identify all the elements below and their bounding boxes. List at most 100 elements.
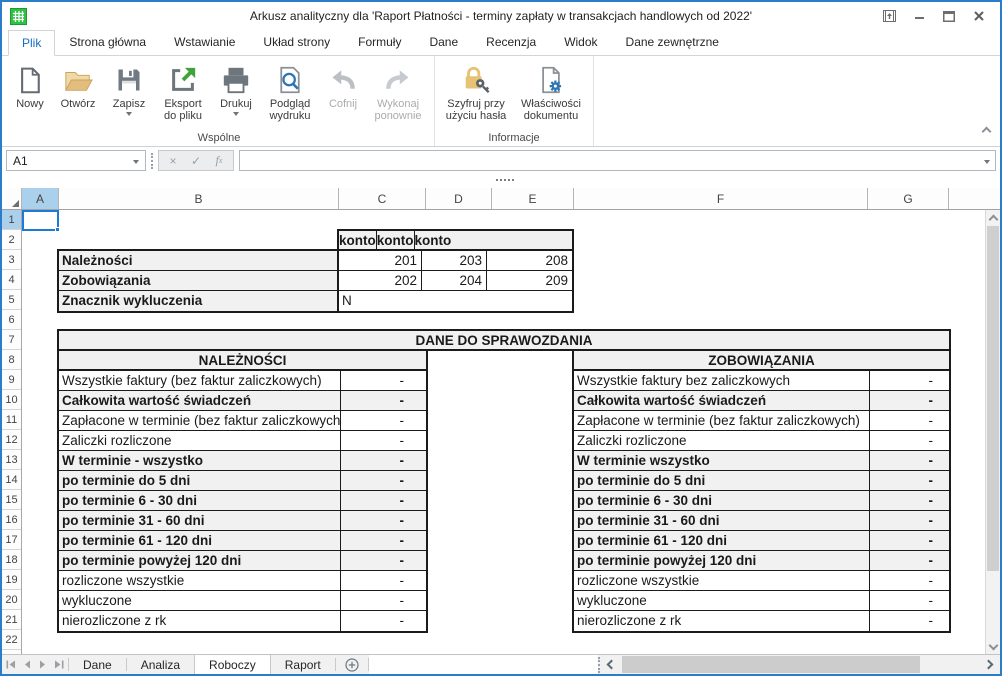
- row-header[interactable]: 18: [2, 550, 21, 570]
- report-row-label[interactable]: po terminie 31 - 60 dni: [59, 511, 341, 530]
- report-row-label[interactable]: W terminie - wszystko: [59, 451, 341, 470]
- accounts-marker-label[interactable]: Znacznik wykluczenia: [59, 291, 337, 311]
- ribbon-tab[interactable]: Dane zewnętrzne: [612, 29, 733, 55]
- column-header-a[interactable]: A: [22, 188, 59, 209]
- ribbon-tab[interactable]: Strona główna: [55, 29, 160, 55]
- new-button[interactable]: Nowy: [8, 59, 52, 110]
- row-header[interactable]: 12: [2, 430, 21, 450]
- row-header[interactable]: 14: [2, 470, 21, 490]
- report-row-label[interactable]: po terminie 61 - 120 dni: [574, 531, 870, 550]
- row-header[interactable]: 2: [2, 230, 21, 250]
- column-header-g[interactable]: G: [868, 188, 949, 209]
- report-row-value[interactable]: -: [870, 411, 949, 430]
- report-row-value[interactable]: -: [870, 531, 949, 550]
- sheet-tab-roboczy[interactable]: Roboczy: [194, 655, 271, 674]
- row-header[interactable]: 19: [2, 570, 21, 590]
- scroll-down-icon[interactable]: [986, 639, 1000, 654]
- row-header[interactable]: 20: [2, 590, 21, 610]
- row-header[interactable]: 11: [2, 410, 21, 430]
- document-properties-button[interactable]: Właściwości dokumentu: [513, 59, 589, 122]
- accounts-header-cell[interactable]: konto: [339, 231, 377, 249]
- row-header[interactable]: 10: [2, 390, 21, 410]
- report-row-label[interactable]: po terminie powyżej 120 dni: [574, 551, 870, 570]
- previous-sheet-icon[interactable]: [24, 660, 31, 669]
- report-row-label[interactable]: Całkowita wartość świadczeń: [59, 391, 341, 410]
- report-row-label[interactable]: Całkowita wartość świadczeń: [574, 391, 870, 410]
- row-header[interactable]: 3: [2, 250, 21, 270]
- report-row-value[interactable]: -: [870, 391, 949, 410]
- accounts-value-cell[interactable]: 201: [339, 251, 422, 270]
- report-row-value[interactable]: -: [341, 591, 426, 610]
- vertical-scrollbar[interactable]: [985, 210, 1000, 654]
- report-row-label[interactable]: po terminie 6 - 30 dni: [574, 491, 870, 510]
- accounts-header-cell[interactable]: konto: [415, 231, 452, 249]
- accounts-value-cell[interactable]: 204: [422, 271, 487, 290]
- row-header[interactable]: 5: [2, 290, 21, 310]
- report-row-value[interactable]: -: [341, 391, 426, 410]
- accounts-header-cell[interactable]: konto: [377, 231, 415, 249]
- chevron-down-icon[interactable]: [127, 151, 145, 170]
- accept-entry-icon[interactable]: ✓: [190, 154, 202, 168]
- row-header[interactable]: 9: [2, 370, 21, 390]
- report-row-value[interactable]: -: [341, 531, 426, 550]
- report-row-value[interactable]: -: [341, 511, 426, 530]
- report-row-label[interactable]: rozliczone wszystkie: [574, 571, 870, 590]
- report-row-value[interactable]: -: [341, 471, 426, 490]
- select-all-corner[interactable]: [2, 188, 22, 209]
- scroll-right-icon[interactable]: [980, 655, 1000, 674]
- sheet-canvas[interactable]: kontokontokonto Należności Zobowiązania …: [22, 210, 985, 654]
- ribbon-tab[interactable]: Plik: [8, 30, 55, 56]
- report-row-label[interactable]: Wszystkie faktury bez zaliczkowych: [574, 371, 870, 390]
- report-row-label[interactable]: po terminie powyżej 120 dni: [59, 551, 341, 570]
- row-header[interactable]: 17: [2, 530, 21, 550]
- collapse-ribbon-icon[interactable]: [983, 122, 990, 140]
- save-button[interactable]: Zapisz: [104, 59, 154, 116]
- row-header[interactable]: 13: [2, 450, 21, 470]
- report-row-label[interactable]: Zapłacone w terminie (bez faktur zaliczk…: [574, 411, 870, 430]
- sheet-tab-raport[interactable]: Raport: [271, 655, 335, 674]
- report-row-value[interactable]: -: [870, 611, 949, 631]
- ribbon-tab[interactable]: Dane: [415, 29, 472, 55]
- report-left-header[interactable]: NALEŻNOŚCI: [57, 349, 428, 371]
- undo-button[interactable]: Cofnij: [320, 59, 366, 110]
- report-row-label[interactable]: nierozliczone z rk: [59, 611, 341, 631]
- report-row-value[interactable]: -: [870, 451, 949, 470]
- report-row-label[interactable]: wykluczone: [574, 591, 870, 610]
- accounts-value-cell[interactable]: 202: [339, 271, 422, 290]
- report-row-value[interactable]: -: [341, 571, 426, 590]
- accounts-value-cell[interactable]: 208: [487, 251, 572, 270]
- row-header[interactable]: 4: [2, 270, 21, 290]
- row-header[interactable]: 6: [2, 310, 21, 330]
- scroll-left-icon[interactable]: [600, 655, 620, 674]
- ribbon-tab[interactable]: Wstawianie: [160, 29, 249, 55]
- report-row-value[interactable]: -: [870, 571, 949, 590]
- row-header[interactable]: 8: [2, 350, 21, 370]
- export-button[interactable]: Eksport do pliku: [154, 59, 212, 122]
- accounts-marker-value[interactable]: N: [339, 291, 572, 311]
- redo-button[interactable]: Wykonaj ponownie: [366, 59, 430, 122]
- report-row-value[interactable]: -: [870, 591, 949, 610]
- column-header-c[interactable]: C: [339, 188, 426, 209]
- ribbon-tab[interactable]: Recenzja: [472, 29, 550, 55]
- cell-selection[interactable]: [22, 210, 59, 231]
- report-row-label[interactable]: Zapłacone w terminie (bez faktur zaliczk…: [59, 411, 341, 430]
- row-header[interactable]: 21: [2, 610, 21, 630]
- maximize-icon[interactable]: [934, 5, 964, 27]
- report-row-label[interactable]: po terminie 61 - 120 dni: [59, 531, 341, 550]
- row-header[interactable]: 1: [2, 210, 21, 230]
- fill-handle[interactable]: [55, 227, 60, 232]
- row-header[interactable]: 15: [2, 490, 21, 510]
- report-row-value[interactable]: -: [341, 611, 426, 631]
- report-row-label[interactable]: Zaliczki rozliczone: [574, 431, 870, 450]
- column-header-e[interactable]: E: [492, 188, 574, 209]
- report-row-value[interactable]: -: [870, 551, 949, 570]
- close-icon[interactable]: [964, 5, 994, 27]
- add-sheet-icon[interactable]: [336, 655, 368, 674]
- accounts-row-label[interactable]: Zobowiązania: [59, 271, 337, 291]
- cancel-entry-icon[interactable]: ×: [167, 154, 179, 168]
- report-row-value[interactable]: -: [870, 491, 949, 510]
- sheet-tab-dane[interactable]: Dane: [69, 655, 126, 674]
- accounts-row-label[interactable]: Należności: [59, 251, 337, 271]
- report-row-value[interactable]: -: [870, 431, 949, 450]
- chevron-down-icon[interactable]: [984, 160, 990, 164]
